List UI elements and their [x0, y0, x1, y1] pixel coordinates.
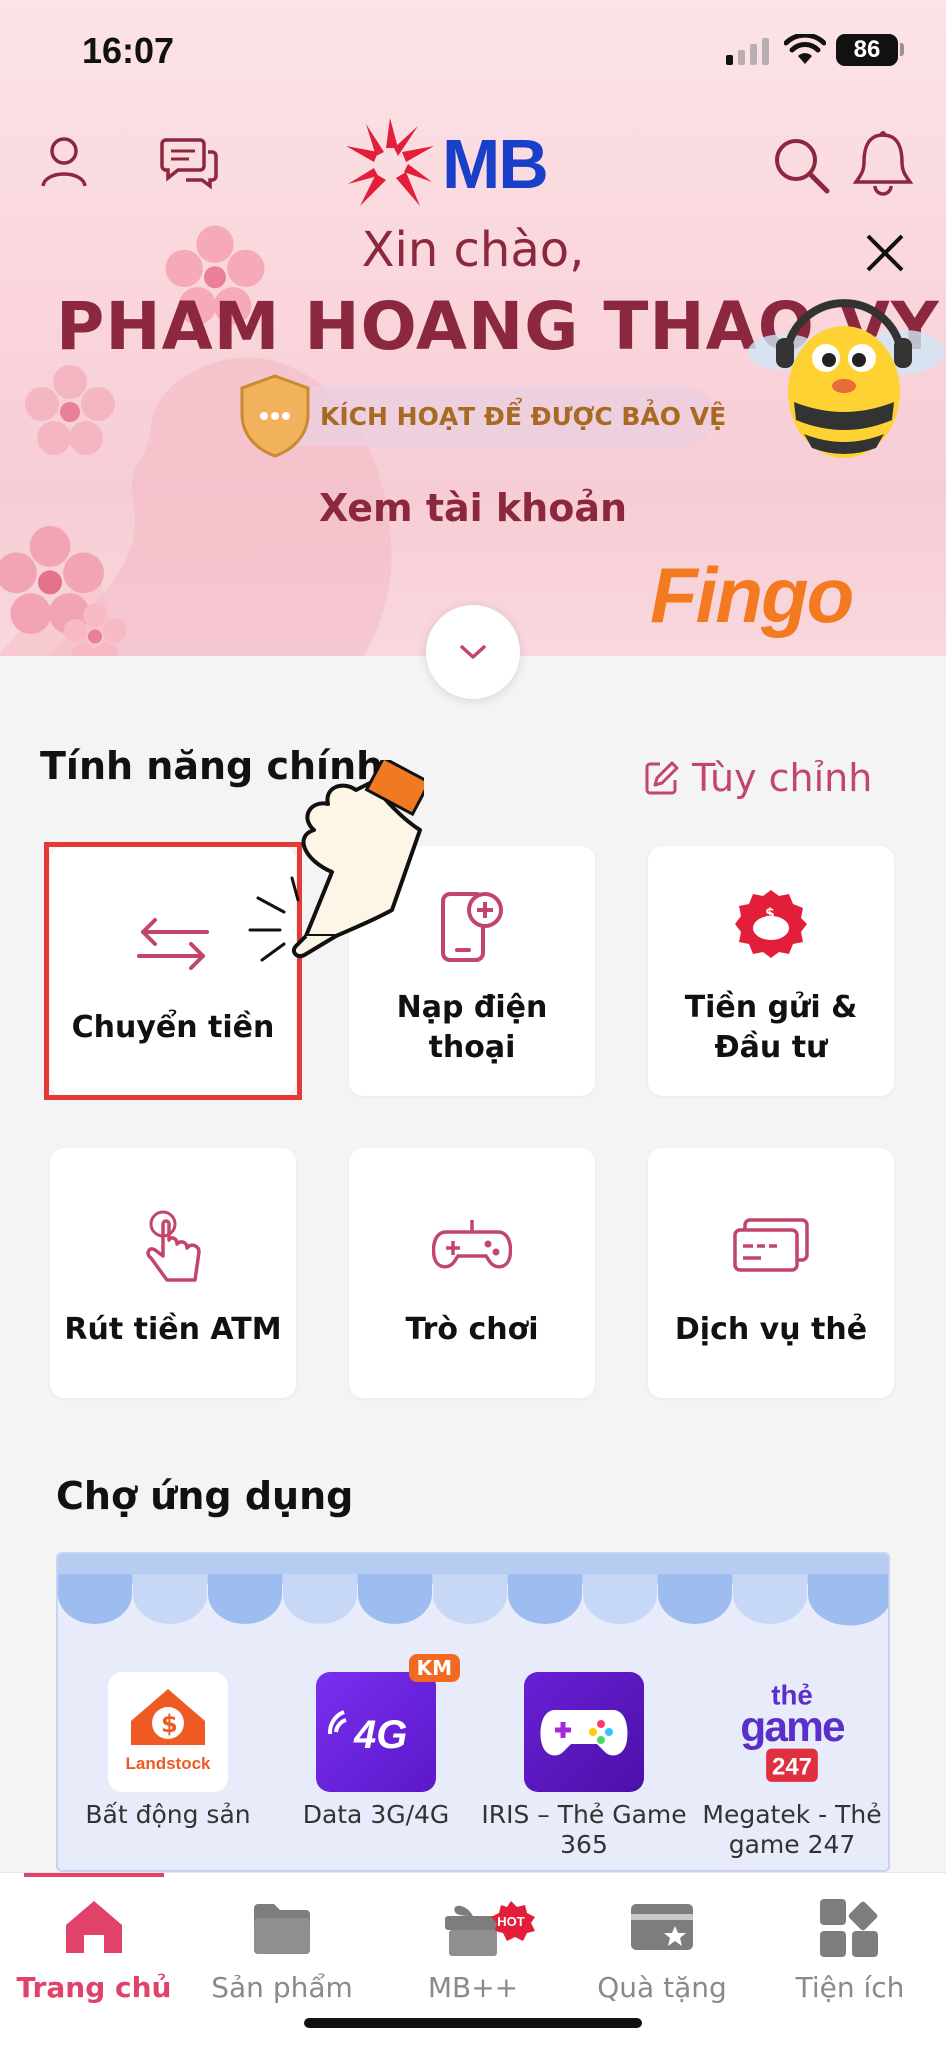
nav-item-utilities[interactable]: Tiện ích [760, 1889, 940, 2004]
feature-label: Rút tiền ATM [64, 1312, 282, 1347]
promo-badge: KM [408, 1654, 460, 1682]
flower-decoration-icon [63, 603, 127, 656]
chevron-down-icon [460, 645, 486, 659]
nav-label: MB++ [427, 1971, 519, 2004]
feature-tile-games[interactable]: Trò chơi [349, 1148, 595, 1398]
view-account-link[interactable]: Xem tài khoản [0, 486, 946, 530]
app-label: IRIS – Thẻ Game 365 [481, 1800, 687, 1859]
hot-badge: HOT [491, 1901, 535, 1941]
home-icon [66, 1901, 122, 1953]
app-label: Bất động sản [85, 1800, 251, 1829]
svg-text:247: 247 [772, 1753, 812, 1780]
customize-label: Tùy chỉnh [692, 756, 873, 800]
notification-bell-icon[interactable] [852, 130, 914, 196]
battery-level: 86 [836, 34, 898, 66]
feature-label: Trò chơi [405, 1312, 539, 1347]
fingo-logo: Fingo [650, 551, 854, 639]
chat-icon[interactable] [160, 136, 218, 190]
controller-icon [540, 1710, 628, 1756]
svg-text:game: game [740, 1703, 845, 1750]
profile-icon[interactable] [40, 136, 88, 188]
iris-app-icon [524, 1672, 644, 1792]
battery-tip [900, 43, 904, 56]
data-4g-app-icon: 4G KM [316, 1654, 460, 1792]
nav-label: Quà tặng [597, 1971, 727, 2004]
svg-text:$: $ [765, 906, 775, 922]
gift-card-icon [631, 1904, 693, 1950]
nav-item-home[interactable]: Trang chủ [4, 1889, 184, 2004]
app-item-data-4g[interactable]: 4G KM Data 3G/4G [271, 1654, 481, 1830]
folder-icon [254, 1904, 310, 1954]
app-item-megatek[interactable]: thẻ game 247 Megatek - Thẻ game 247 [687, 1672, 888, 1860]
grid-apps-icon [820, 1899, 878, 1957]
app-item-iris[interactable]: IRIS – Thẻ Game 365 [479, 1672, 689, 1860]
feature-tile-card-services[interactable]: Dịch vụ thẻ [648, 1148, 894, 1398]
shield-icon [240, 374, 310, 458]
feature-label: Tiền gửi & Đầu tư [684, 990, 858, 1065]
nav-item-gifts[interactable]: Quà tặng [572, 1889, 752, 2004]
landstock-icon-text: Landstock [125, 1754, 211, 1773]
header-banner: 16:07 86 MB Xin chào, PHAM HOANG THAO VY… [0, 0, 946, 656]
search-icon[interactable] [772, 136, 832, 196]
landstock-app-icon: $ Landstock [108, 1672, 228, 1792]
nav-item-mb-plus[interactable]: HOT MB++ [383, 1889, 563, 2004]
status-time: 16:07 [82, 30, 175, 71]
pointing-hand-icon [248, 760, 424, 962]
feature-label: Nạp điện thoại [396, 990, 548, 1065]
app-market-title: Chợ ứng dụng [56, 1474, 354, 1518]
mb-logo: MB [346, 118, 549, 210]
app-market-panel: $ Landstock Bất động sản 4G KM Data 3G/4… [56, 1552, 890, 1872]
home-indicator [304, 2018, 642, 2028]
feature-tile-savings[interactable]: $ Tiền gửi & Đầu tư [648, 846, 894, 1096]
awning-decoration [58, 1554, 888, 1626]
svg-text:$: $ [161, 1710, 178, 1738]
phone-topup-icon [441, 892, 503, 962]
nav-label: Trang chủ [16, 1971, 172, 2004]
app-label: Megatek - Thẻ game 247 [702, 1800, 882, 1859]
active-tab-indicator [24, 1873, 164, 1877]
activate-protection-label: KÍCH HOẠT ĐỂ ĐƯỢC BẢO VỆ [320, 402, 727, 431]
edit-icon [645, 761, 679, 795]
nav-label: Tiện ích [795, 1971, 905, 2004]
the-game-247-logo-icon: thẻ game 247 [740, 1679, 847, 1782]
gamepad-icon [432, 1220, 512, 1269]
cellular-signal-icon [726, 38, 769, 65]
piggy-bank-icon: $ [735, 890, 807, 958]
nav-item-products[interactable]: Sản phẩm [192, 1889, 372, 2004]
brand-text: MB [442, 125, 549, 203]
landstock-logo-icon: $ Landstock [125, 1689, 211, 1773]
feature-tile-atm[interactable]: Rút tiền ATM [50, 1148, 296, 1398]
wifi-icon [784, 34, 826, 64]
data-4g-icon-text: 4G [353, 1713, 407, 1757]
activate-protection-button[interactable]: KÍCH HOẠT ĐỂ ĐƯỢC BẢO VỆ [240, 374, 726, 458]
tap-finger-icon [146, 1210, 201, 1282]
feature-label: Dịch vụ thẻ [674, 1312, 868, 1347]
bee-mascot-image [748, 299, 944, 458]
flower-decoration-icon [25, 365, 115, 455]
megatek-app-icon: thẻ game 247 [732, 1672, 852, 1792]
expand-button[interactable] [426, 605, 520, 699]
svg-text:HOT: HOT [497, 1914, 525, 1929]
cards-icon [733, 1218, 809, 1272]
greeting-text: Xin chào, [361, 222, 585, 278]
app-label: Data 3G/4G [302, 1800, 450, 1829]
app-item-landstock[interactable]: $ Landstock Bất động sản [63, 1672, 273, 1830]
nav-label: Sản phẩm [211, 1971, 353, 2004]
signal-4g-icon: 4G [327, 1710, 407, 1757]
mb-star-logo-icon [346, 118, 434, 206]
close-icon[interactable] [862, 230, 908, 276]
customize-button[interactable]: Tùy chỉnh [644, 756, 872, 800]
status-bar: 16:07 86 [0, 0, 946, 100]
